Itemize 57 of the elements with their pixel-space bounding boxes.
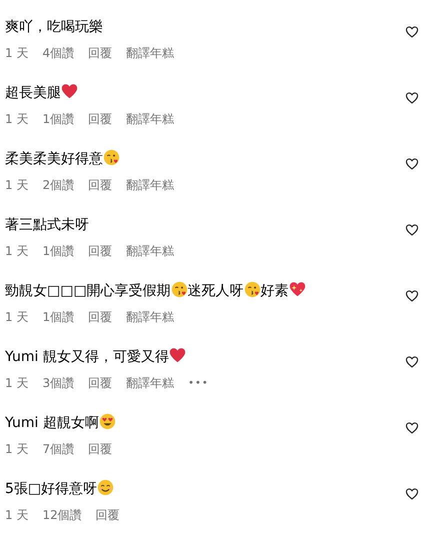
likes-count-button[interactable]: 1個讚 (42, 110, 74, 128)
reply-button[interactable]: 回覆 (88, 110, 112, 128)
comment-time: 1 天 (5, 176, 28, 194)
kissing-face-emoji-icon (170, 280, 188, 298)
more-options-button[interactable]: ••• (188, 378, 209, 388)
reply-button[interactable]: 回覆 (88, 242, 112, 260)
likes-count-button[interactable]: 1個讚 (42, 242, 74, 260)
likes-count-button[interactable]: 7個讚 (42, 440, 74, 458)
likes-count-button[interactable]: 1個讚 (42, 308, 74, 326)
likes-count-button[interactable]: 3個讚 (42, 374, 74, 392)
comment-time: 1 天 (5, 506, 28, 524)
like-heart-icon[interactable] (405, 289, 419, 303)
comment-text: 柔美柔美好得意 (5, 150, 103, 166)
heart-emoji-icon (61, 82, 78, 100)
comment-text: 勁靚女□□□開心享受假期 (5, 282, 171, 298)
translate-button[interactable]: 翻譯年糕 (126, 242, 174, 260)
translate-button[interactable]: 翻譯年糕 (126, 110, 174, 128)
heart-eyes-emoji-icon (98, 412, 116, 430)
translate-button[interactable]: 翻譯年糕 (126, 308, 174, 326)
likes-count-button[interactable]: 4個讚 (42, 44, 74, 62)
comment-text: 5張□好得意呀 (5, 480, 98, 496)
comment-text: 迷死人呀 (188, 282, 244, 298)
like-heart-icon[interactable] (405, 487, 419, 501)
smiling-face-emoji-icon (97, 478, 114, 496)
sparkling-heart-emoji-icon (288, 280, 306, 298)
comment-text: 好素 (260, 282, 289, 298)
comment-time: 1 天 (5, 374, 28, 392)
translate-button[interactable]: 翻譯年糕 (126, 44, 174, 62)
comment-time: 1 天 (5, 110, 28, 128)
reply-button[interactable]: 回覆 (88, 44, 112, 62)
comment-time: 1 天 (5, 308, 28, 326)
like-heart-icon[interactable] (405, 421, 419, 435)
comment-text: 超長美腿 (5, 84, 61, 100)
comment-time: 1 天 (5, 440, 28, 458)
kissing-face-emoji-icon (244, 280, 261, 298)
like-heart-icon[interactable] (405, 223, 419, 237)
heart-emoji-icon (168, 346, 186, 364)
likes-count-button[interactable]: 12個讚 (42, 506, 82, 524)
reply-button[interactable]: 回覆 (88, 440, 112, 458)
reply-button[interactable]: 回覆 (88, 176, 112, 194)
comment-text: Yumi 超靚女啊 (5, 414, 99, 430)
like-heart-icon[interactable] (405, 25, 419, 39)
like-heart-icon[interactable] (405, 91, 419, 105)
translate-button[interactable]: 翻譯年糕 (126, 176, 174, 194)
kissing-face-emoji-icon (103, 148, 120, 166)
like-heart-icon[interactable] (405, 157, 419, 171)
likes-count-button[interactable]: 2個讚 (42, 176, 74, 194)
comment-time: 1 天 (5, 242, 28, 260)
like-heart-icon[interactable] (405, 355, 419, 369)
reply-button[interactable]: 回覆 (96, 506, 120, 524)
translate-button[interactable]: 翻譯年糕 (126, 374, 174, 392)
comment-text: 著三點式未呀 (5, 216, 89, 232)
reply-button[interactable]: 回覆 (88, 308, 112, 326)
comment-time: 1 天 (5, 44, 28, 62)
reply-button[interactable]: 回覆 (88, 374, 112, 392)
comment-text: 爽吖，吃喝玩樂 (5, 18, 103, 34)
comment-text: Yumi 靚女又得，可愛又得 (5, 348, 169, 364)
